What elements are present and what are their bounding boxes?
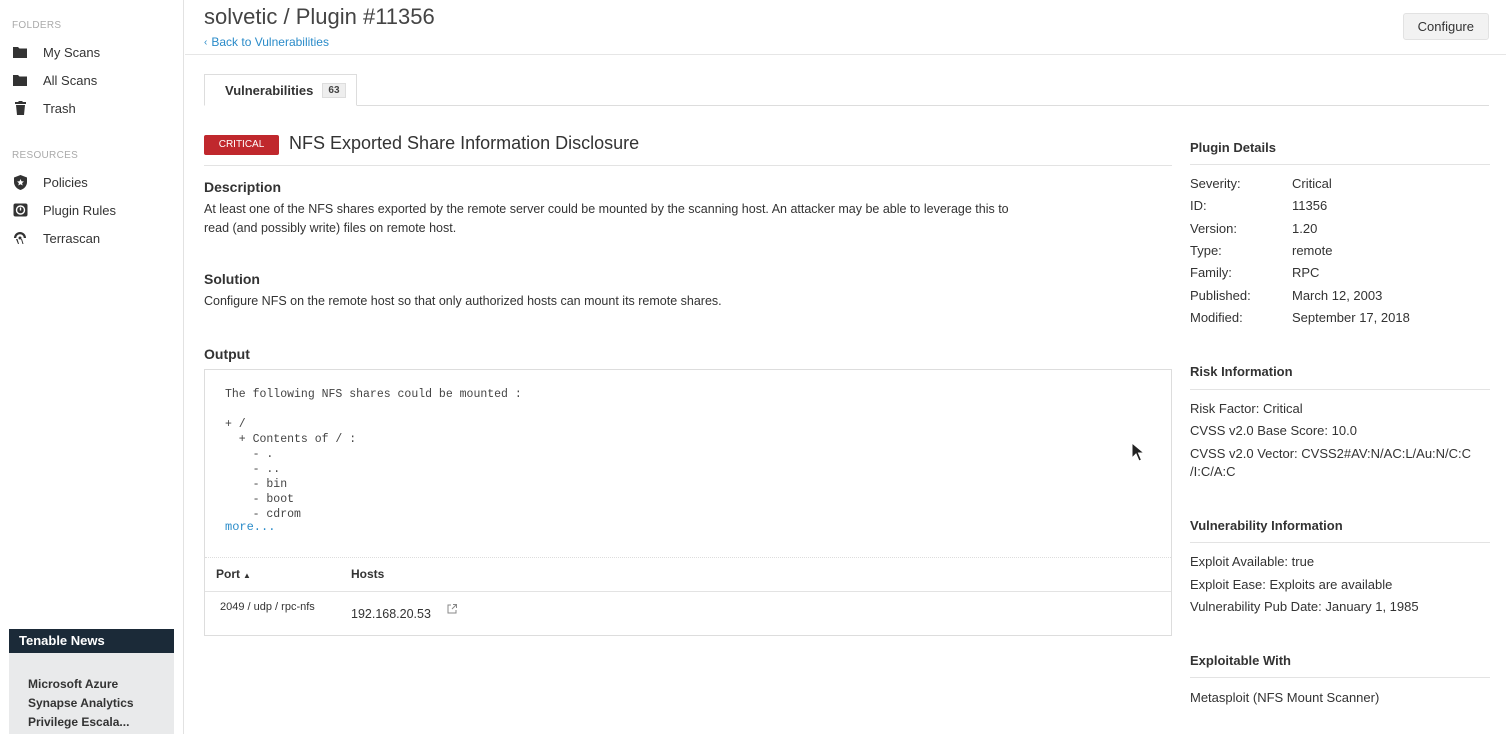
host-cell[interactable]: 192.168.20.53 — [351, 607, 431, 621]
sidebar-item-terrascan[interactable]: Terrascan — [12, 227, 100, 249]
detail-value: September 17, 2018 — [1292, 310, 1410, 325]
description-heading: Description — [204, 179, 282, 195]
sidebar-item-plugin-rules[interactable]: Plugin Rules — [12, 199, 116, 221]
sidebar-item-trash[interactable]: Trash — [12, 97, 76, 119]
detail-row-version: Version: 1.20 — [1190, 221, 1317, 236]
detail-value: March 12, 2003 — [1292, 288, 1383, 303]
detail-key: Family: — [1190, 265, 1232, 280]
back-link-label: Back to Vulnerabilities — [211, 35, 329, 49]
news-line: Synapse Analytics — [28, 696, 134, 710]
plugin-rules-icon — [12, 202, 28, 218]
plugin-details-divider — [1190, 164, 1490, 165]
folder-icon — [12, 72, 28, 88]
tenable-news-widget[interactable]: Tenable News Microsoft Azure Synapse Ana… — [9, 629, 174, 734]
exploit-ease: Exploit Ease: Exploits are available — [1190, 577, 1393, 592]
cvss-vector: CVSS v2.0 Vector: CVSS2#AV:N/AC:L/Au:N/C… — [1190, 445, 1490, 481]
vulnerability-title: NFS Exported Share Information Disclosur… — [289, 133, 640, 153]
port-header-label: Port — [216, 567, 240, 581]
risk-factor: Risk Factor: Critical — [1190, 401, 1303, 416]
folder-icon — [12, 44, 28, 60]
tab-count-badge: 63 — [322, 82, 346, 98]
exploitable-with-value: Metasploit (NFS Mount Scanner) — [1190, 690, 1380, 705]
exploit-available: Exploit Available: true — [1190, 554, 1315, 569]
detail-key: Severity: — [1190, 176, 1241, 191]
title-divider — [204, 165, 1172, 166]
description-text: At least one of the NFS shares exported … — [204, 200, 1064, 238]
table-header-divider — [205, 591, 1171, 592]
news-headline[interactable]: Microsoft Azure Synapse Analytics Privil… — [9, 653, 174, 732]
output-heading: Output — [204, 346, 250, 362]
sidebar-item-my-scans[interactable]: My Scans — [12, 41, 100, 63]
plugin-details-heading: Plugin Details — [1190, 140, 1276, 155]
detail-key: Type: — [1190, 243, 1222, 258]
detail-value: remote — [1292, 243, 1333, 258]
detail-key: Version: — [1190, 221, 1237, 236]
exploitable-with-heading: Exploitable With — [1190, 653, 1291, 668]
sidebar-item-label: All Scans — [43, 72, 98, 88]
detail-value: 11356 — [1292, 198, 1328, 213]
external-link-icon[interactable] — [447, 602, 457, 614]
tab-divider — [204, 105, 1489, 106]
detail-key: Published: — [1190, 288, 1251, 303]
sidebar-item-policies[interactable]: Policies — [12, 171, 88, 193]
detail-row-modified: Modified: September 17, 2018 — [1190, 310, 1410, 325]
sidebar-item-label: My Scans — [43, 44, 101, 60]
tab-label: Vulnerabilities — [225, 82, 314, 98]
detail-row-family: Family: RPC — [1190, 265, 1319, 280]
cvss-vector-line: CVSS v2.0 Vector: CVSS2#AV:N/AC:L/Au:N/C… — [1190, 446, 1472, 461]
chevron-left-icon: ‹ — [204, 36, 208, 48]
detail-row-published: Published: March 12, 2003 — [1190, 288, 1382, 303]
sidebar: FOLDERS My Scans All Scans Trash RESOURC… — [0, 0, 184, 734]
risk-information-heading: Risk Information — [1190, 364, 1293, 379]
sidebar-item-all-scans[interactable]: All Scans — [12, 69, 97, 91]
detail-row-id: ID: 11356 — [1190, 198, 1327, 213]
sidebar-item-label: Terrascan — [43, 230, 101, 246]
sidebar-item-label: Plugin Rules — [43, 202, 116, 218]
exploitable-with-divider — [1190, 677, 1490, 678]
more-output-link[interactable]: more... — [225, 520, 275, 534]
cvss-base-score: CVSS v2.0 Base Score: 10.0 — [1190, 423, 1357, 438]
detail-key: Modified: — [1190, 310, 1243, 325]
cvss-vector-line: /I:C/A:C — [1190, 464, 1236, 479]
detail-key: ID: — [1190, 198, 1207, 213]
page-title: solvetic / Plugin #11356 — [204, 4, 435, 29]
news-title: Tenable News — [9, 629, 174, 653]
news-line: Privilege Escala... — [28, 715, 130, 729]
detail-value: RPC — [1292, 265, 1320, 280]
header-divider — [185, 54, 1506, 55]
sidebar-item-label: Trash — [43, 100, 76, 116]
output-panel: The following NFS shares could be mounte… — [204, 369, 1172, 636]
solution-heading: Solution — [204, 271, 260, 287]
sidebar-item-label: Policies — [43, 174, 88, 190]
mouse-cursor-icon — [1131, 441, 1146, 465]
vulnerability-information-divider — [1190, 542, 1490, 543]
port-cell: 2049 / udp / rpc-nfs — [220, 601, 315, 613]
tab-vulnerabilities[interactable]: Vulnerabilities 63 — [204, 74, 357, 106]
plugin-output-text: The following NFS shares could be mounte… — [225, 388, 522, 518]
risk-information-divider — [1190, 389, 1490, 390]
news-line: Microsoft Azure — [28, 677, 119, 691]
detail-row-type: Type: remote — [1190, 243, 1332, 258]
detail-value: Critical — [1292, 176, 1332, 191]
folders-section-label: FOLDERS — [12, 20, 62, 31]
vulnerability-pub-date: Vulnerability Pub Date: January 1, 1985 — [1190, 599, 1419, 614]
hosts-column-header[interactable]: Hosts — [351, 567, 384, 581]
description-line: read (and possibly write) files on remot… — [204, 221, 457, 235]
port-column-header[interactable]: Port ▲ — [216, 567, 251, 581]
trash-icon — [12, 100, 28, 116]
vulnerability-information-heading: Vulnerability Information — [1190, 518, 1343, 533]
solution-text: Configure NFS on the remote host so that… — [204, 294, 722, 308]
table-divider — [205, 557, 1171, 558]
detail-row-severity: Severity: Critical — [1190, 176, 1332, 191]
detail-value: 1.20 — [1292, 221, 1318, 236]
sort-ascending-icon: ▲ — [243, 571, 251, 580]
terrascan-icon — [12, 230, 28, 246]
configure-button[interactable]: Configure — [1402, 13, 1489, 40]
shield-icon — [12, 174, 28, 190]
back-to-vulnerabilities-link[interactable]: ‹ Back to Vulnerabilities — [204, 35, 329, 49]
description-line: At least one of the NFS shares exported … — [204, 202, 1009, 216]
severity-badge: Critical — [204, 135, 279, 155]
resources-section-label: RESOURCES — [12, 150, 79, 161]
